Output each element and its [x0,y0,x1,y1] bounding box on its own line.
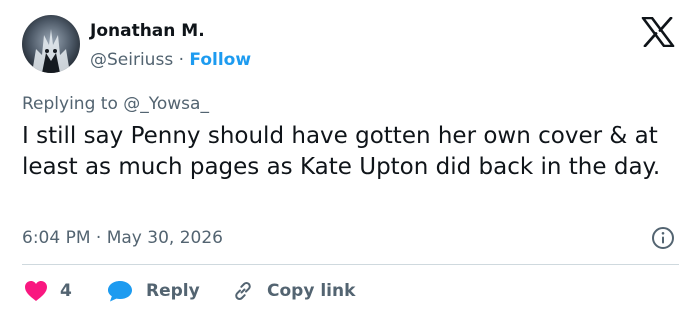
tweet-text: I still say Penny should have gotten her… [22,123,661,180]
author-avatar[interactable] [22,15,80,73]
reply-label: Reply [146,281,200,301]
x-logo-icon[interactable] [641,17,675,47]
divider [22,264,679,265]
author-display-name[interactable]: Jonathan M. [90,21,205,41]
tweet-timestamp[interactable]: 6:04 PM · May 30, 2026 [22,228,223,248]
avatar-image [22,15,80,73]
heart-icon [25,281,47,301]
link-icon [235,282,251,300]
meta-separator: · [95,228,102,248]
like-count: 4 [60,281,72,301]
handle-separator: · [178,50,184,70]
author-handle[interactable]: @Seiriuss [90,50,173,70]
copy-link-label: Copy link [267,281,356,301]
speech-bubble-icon [108,281,132,302]
reply-button[interactable]: Reply [106,280,200,302]
author-handle-line: @Seiriuss · Follow [90,50,251,70]
like-button[interactable]: 4 [24,280,72,302]
replying-to[interactable]: Replying to @_Yowsa_ [22,94,209,114]
follow-button[interactable]: Follow [189,50,251,70]
tweet-date: May 30, 2026 [106,228,223,248]
info-icon[interactable] [651,226,675,250]
tweet-time: 6:04 PM [22,228,91,248]
copy-link-button[interactable]: Copy link [231,280,355,302]
